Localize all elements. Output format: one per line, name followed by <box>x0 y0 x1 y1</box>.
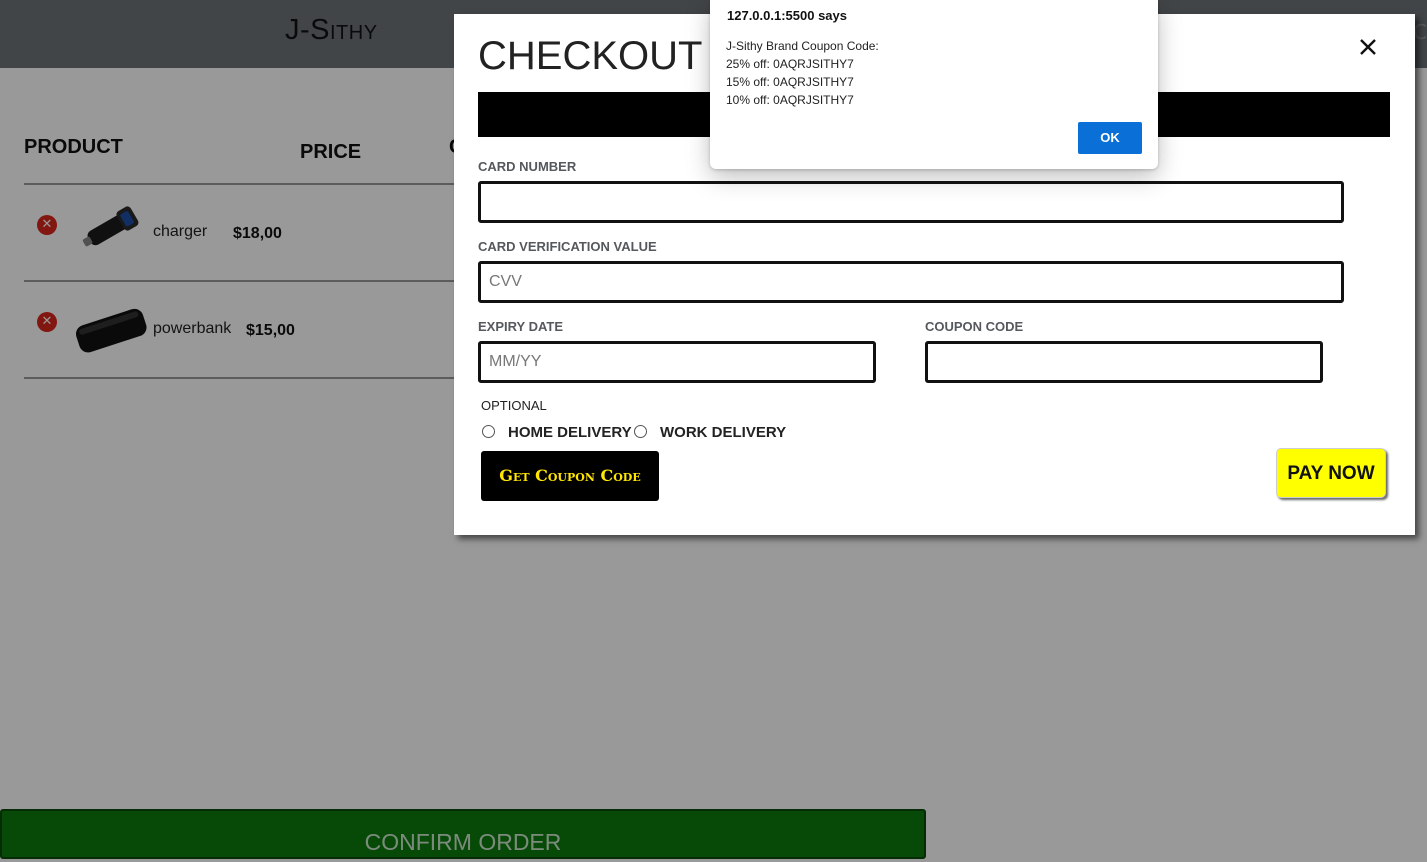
card-number-label: CARD NUMBER <box>478 159 577 174</box>
alert-line: 15% off: 0AQRJSITHY7 <box>726 75 854 89</box>
browser-alert-dialog: 127.0.0.1:5500 says J-Sithy Brand Coupon… <box>710 0 1158 169</box>
alert-origin: 127.0.0.1:5500 says <box>727 8 847 23</box>
alert-line: J-Sithy Brand Coupon Code: <box>726 39 879 53</box>
expiry-date-label: EXPIRY DATE <box>478 319 564 334</box>
alert-message: J-Sithy Brand Coupon Code: 25% off: 0AQR… <box>726 37 879 109</box>
close-icon[interactable] <box>1356 36 1380 60</box>
work-delivery-radio[interactable] <box>634 425 647 438</box>
modal-title: CHECKOUT <box>478 34 703 78</box>
cvv-label: CARD VERIFICATION VALUE <box>478 239 657 254</box>
expiry-date-input[interactable] <box>478 341 876 383</box>
alert-line: 10% off: 0AQRJSITHY7 <box>726 93 854 107</box>
coupon-code-label: COUPON CODE <box>925 319 1024 334</box>
alert-line: 25% off: 0AQRJSITHY7 <box>726 57 854 71</box>
optional-label: OPTIONAL <box>481 398 547 413</box>
alert-ok-button[interactable]: OK <box>1078 122 1142 154</box>
work-delivery-label[interactable]: WORK DELIVERY <box>660 424 786 441</box>
coupon-code-input[interactable] <box>925 341 1323 383</box>
home-delivery-label[interactable]: HOME DELIVERY <box>508 424 632 441</box>
card-number-input[interactable] <box>478 181 1344 223</box>
get-coupon-code-button[interactable]: Get Coupon Code <box>481 451 659 501</box>
cvv-input[interactable] <box>478 261 1344 303</box>
home-delivery-radio[interactable] <box>482 425 495 438</box>
pay-now-button[interactable]: PAY NOW <box>1276 448 1386 498</box>
